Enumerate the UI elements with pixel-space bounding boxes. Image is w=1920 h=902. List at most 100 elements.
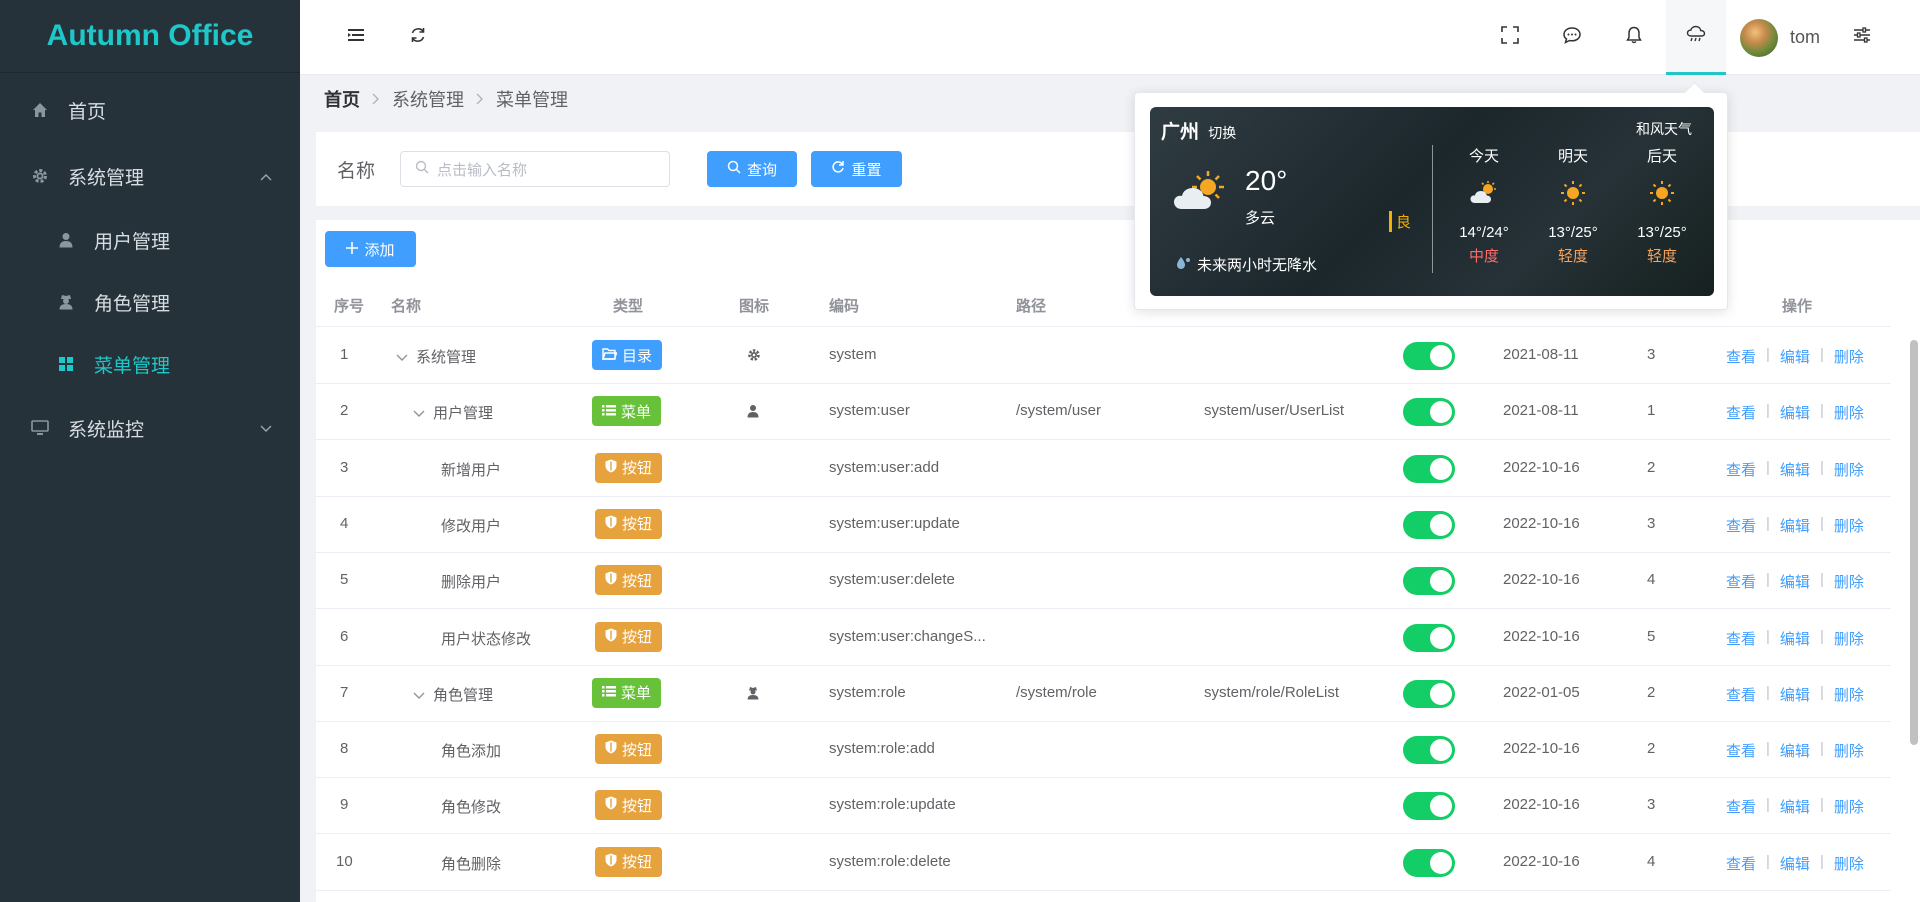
row-name: 新增用户 [441, 461, 502, 479]
delete-link[interactable]: 删除 [1834, 459, 1864, 480]
name-search-input[interactable]: 点击输入名称 [400, 151, 670, 187]
row-index: 1 [340, 346, 349, 363]
edit-link[interactable]: 编辑 [1780, 515, 1810, 536]
expand-arrow-icon[interactable] [396, 349, 408, 366]
sidebar-item-system[interactable]: 系统管理 [0, 143, 300, 209]
sidebar-item-home[interactable]: 首页 [0, 77, 300, 143]
chevron-down-icon [260, 417, 272, 439]
scrollbar[interactable] [1910, 340, 1918, 745]
delete-link[interactable]: 删除 [1834, 740, 1864, 761]
reset-button[interactable]: 重置 [811, 151, 902, 187]
expand-arrow-icon[interactable] [413, 687, 425, 704]
edit-link[interactable]: 编辑 [1780, 571, 1810, 592]
delete-link[interactable]: 删除 [1834, 402, 1864, 423]
status-switch[interactable] [1403, 679, 1455, 708]
view-link[interactable]: 查看 [1726, 571, 1756, 592]
fullscreen-icon [1501, 26, 1519, 49]
fullscreen-button[interactable] [1480, 0, 1540, 75]
status-switch[interactable] [1403, 567, 1455, 596]
edit-link[interactable]: 编辑 [1780, 684, 1810, 705]
view-link[interactable]: 查看 [1726, 515, 1756, 536]
menu-toggle-button[interactable] [326, 0, 386, 75]
edit-link[interactable]: 编辑 [1780, 459, 1810, 480]
action-separator: | [1766, 346, 1770, 363]
add-button[interactable]: 添加 [325, 231, 416, 267]
status-switch[interactable] [1403, 342, 1455, 370]
type-label: 按钮 [622, 629, 653, 646]
delete-link[interactable]: 删除 [1834, 515, 1864, 536]
query-button[interactable]: 查询 [707, 151, 797, 187]
notification-button[interactable] [1604, 0, 1664, 75]
weather-switch-link[interactable]: 切换 [1208, 125, 1236, 141]
forecast-tomorrow: 明天 13°/25° 轻度 [1533, 145, 1613, 266]
sidebar-item-users[interactable]: 用户管理 [0, 209, 300, 271]
view-link[interactable]: 查看 [1726, 796, 1756, 817]
status-switch[interactable] [1403, 398, 1455, 427]
row-name: 删除用户 [441, 574, 502, 592]
breadcrumb-home[interactable]: 首页 [324, 86, 360, 112]
edit-link[interactable]: 编辑 [1780, 796, 1810, 817]
add-label: 添加 [364, 241, 395, 259]
breadcrumb-current: 菜单管理 [496, 90, 568, 110]
type-tag: 按钮 [595, 846, 663, 877]
refresh-icon [831, 160, 845, 178]
row-name-cell: 修改用户 [441, 515, 501, 536]
view-link[interactable]: 查看 [1726, 346, 1756, 367]
status-switch[interactable] [1403, 454, 1455, 483]
view-link[interactable]: 查看 [1726, 402, 1756, 423]
edit-link[interactable]: 编辑 [1780, 402, 1810, 423]
row-name-cell: 角色删除 [441, 853, 501, 874]
settings-button[interactable] [1832, 0, 1892, 75]
status-switch[interactable] [1403, 848, 1455, 877]
status-switch[interactable] [1403, 792, 1455, 821]
view-link[interactable]: 查看 [1726, 628, 1756, 649]
sidebar-item-roles[interactable]: 角色管理 [0, 271, 300, 333]
gear-icon [747, 348, 761, 366]
row-index: 4 [340, 514, 349, 532]
action-separator: | [1766, 571, 1770, 589]
user-menu[interactable]: tom [1740, 0, 1820, 75]
table-row: 9 角色修改 按钮 system:role:update 2022-10-16 3 查看 | 编… [316, 778, 1891, 835]
edit-link[interactable]: 编辑 [1780, 628, 1810, 649]
sidebar: Autumn Office 首页 系统管理 用户管理 角色管理 菜单管理 系统监… [0, 0, 300, 902]
action-separator: | [1819, 402, 1824, 420]
shield-icon [605, 628, 617, 646]
status-switch[interactable] [1403, 736, 1455, 765]
type-label: 菜单 [621, 685, 652, 703]
refresh-button[interactable] [388, 0, 448, 75]
view-link[interactable]: 查看 [1726, 684, 1756, 705]
delete-link[interactable]: 删除 [1834, 571, 1864, 592]
row-code: system:user [829, 402, 910, 420]
status-switch[interactable] [1403, 623, 1455, 652]
user-secret-icon [747, 686, 759, 704]
delete-link[interactable]: 删除 [1834, 346, 1864, 367]
status-switch[interactable] [1403, 510, 1455, 539]
row-sort: 4 [1647, 571, 1656, 589]
sidebar-item-label: 系统监控 [68, 419, 145, 441]
type-tag: 按钮 [595, 790, 663, 821]
delete-link[interactable]: 删除 [1834, 796, 1864, 817]
weather-button[interactable] [1666, 0, 1726, 75]
plus-icon [346, 241, 359, 258]
expand-arrow-icon[interactable] [413, 405, 425, 422]
row-actions: 查看 | 编辑 | 删除 [1726, 740, 1864, 761]
edit-link[interactable]: 编辑 [1780, 853, 1810, 874]
row-name-cell: 用户状态修改 [441, 628, 531, 649]
edit-link[interactable]: 编辑 [1780, 346, 1810, 367]
sidebar-item-monitor[interactable]: 系统监控 [0, 395, 300, 461]
row-name-cell: 角色修改 [441, 796, 501, 817]
delete-link[interactable]: 删除 [1834, 628, 1864, 649]
view-link[interactable]: 查看 [1726, 459, 1756, 480]
row-actions: 查看 | 编辑 | 删除 [1726, 684, 1864, 705]
type-tag: 按钮 [595, 452, 663, 483]
message-button[interactable] [1542, 0, 1602, 75]
weather-popover: 广州 切换 和风天气 20° 多云 良 未来两小时无降水 今天 14°/24° … [1134, 92, 1728, 310]
delete-link[interactable]: 删除 [1834, 853, 1864, 874]
view-link[interactable]: 查看 [1726, 853, 1756, 874]
delete-link[interactable]: 删除 [1834, 684, 1864, 705]
sidebar-item-menus[interactable]: 菜单管理 [0, 333, 300, 395]
chat-icon [1562, 26, 1582, 49]
row-date: 2022-10-16 [1503, 458, 1580, 476]
edit-link[interactable]: 编辑 [1780, 740, 1810, 761]
view-link[interactable]: 查看 [1726, 740, 1756, 761]
